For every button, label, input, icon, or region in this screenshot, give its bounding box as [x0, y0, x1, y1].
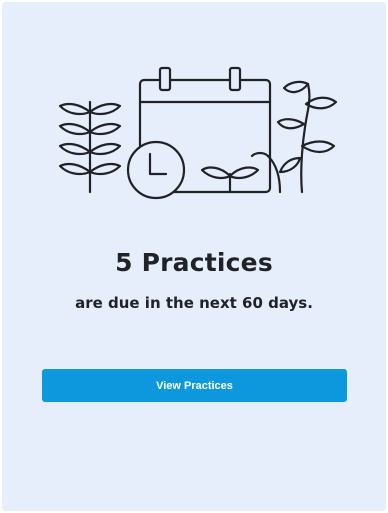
due-description: are due in the next 60 days.: [75, 294, 313, 312]
plant-icon: [250, 80, 338, 194]
clock-icon: [126, 140, 186, 200]
plant-icon: [58, 100, 122, 194]
view-practices-button[interactable]: View Practices: [42, 369, 347, 402]
plant-icon: [200, 166, 260, 194]
due-count-headline: 5 Practices: [115, 248, 273, 277]
calendar-plants-illustration: [52, 60, 342, 200]
due-practices-card: 5 Practices are due in the next 60 days.…: [2, 2, 386, 511]
